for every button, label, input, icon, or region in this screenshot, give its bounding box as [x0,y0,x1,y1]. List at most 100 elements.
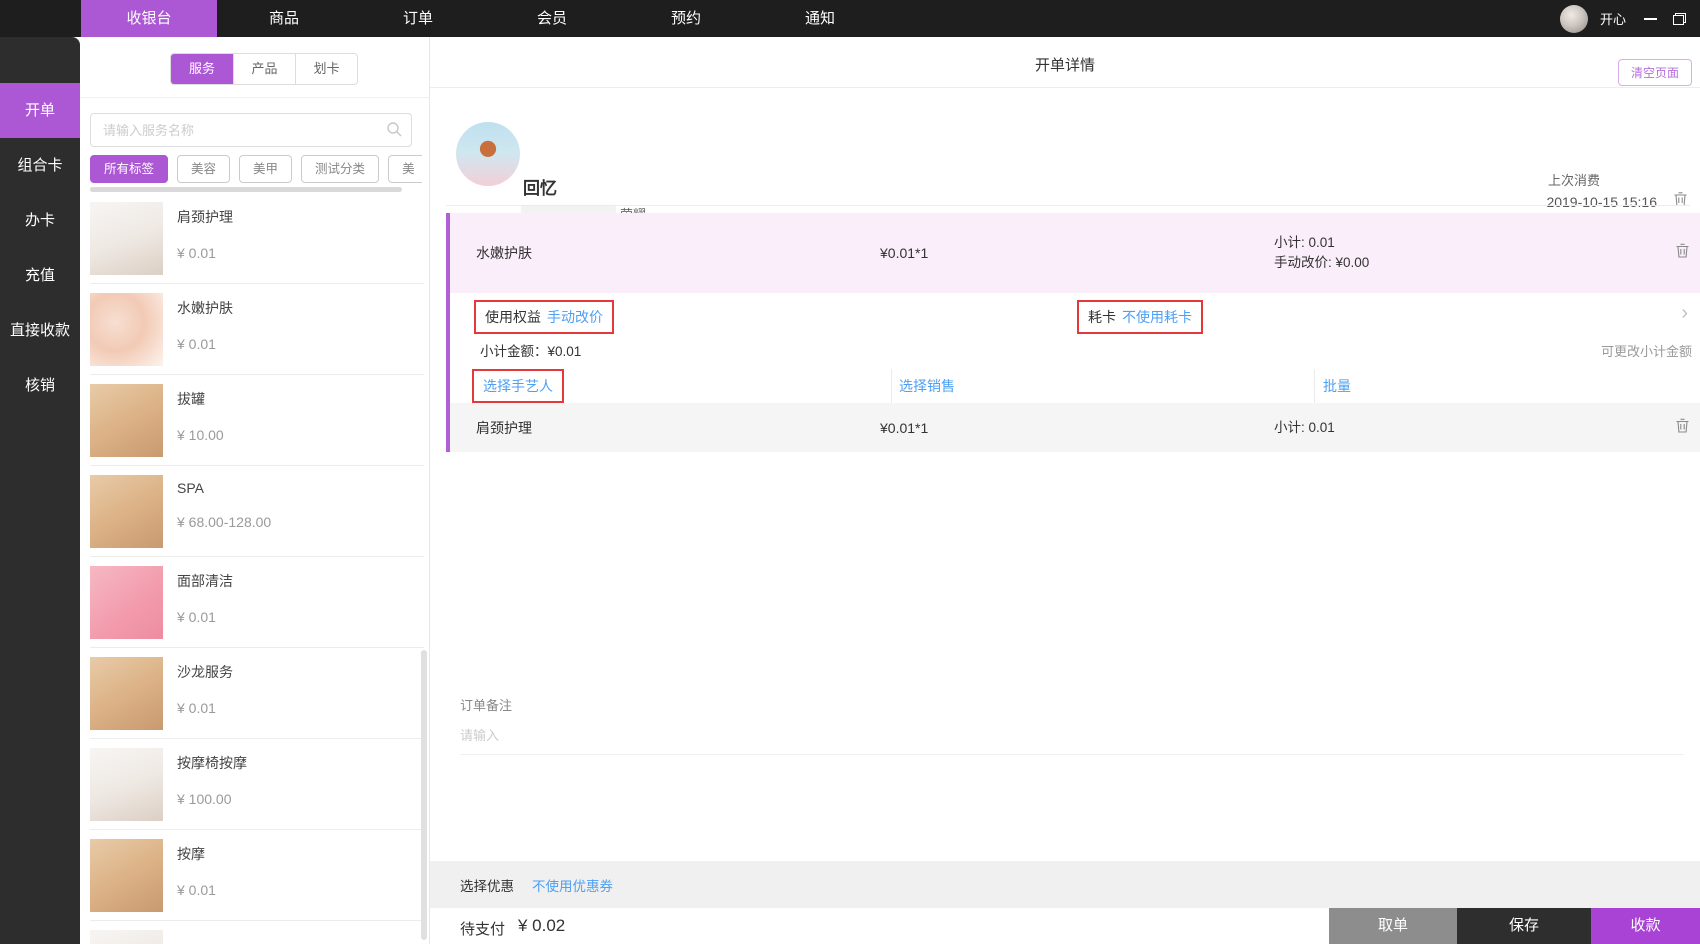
service-name: 拔罐 [177,391,205,407]
tag-test-category[interactable]: 测试分类 [301,155,380,183]
tag-beauty[interactable]: 美容 [177,155,231,183]
service-image [90,202,163,275]
order-items-card: 水嫩护肤 ¥0.01*1 小计: 0.01 手动改价: ¥0.00 使用权益 手动… [446,213,1700,452]
tab-goods[interactable]: 商品 [217,0,351,37]
search-icon [386,121,403,143]
service-item[interactable]: 拔罐 ¥ 10.00 [80,375,429,466]
checkout-button[interactable]: 收款 [1591,908,1700,944]
service-name: 面部清洁 [177,573,233,589]
sales-cell: 选择销售 [891,369,1314,403]
manual-price-line: 手动改价: ¥0.00 [1274,255,1370,270]
service-image [90,748,163,821]
service-item[interactable]: 面部清洁 ¥ 0.01 [80,557,429,648]
pay-due-amount: ¥ 0.02 [518,916,566,935]
service-item[interactable]: SPA ¥ 68.00-128.00 [80,466,429,557]
remove-customer-trash-icon[interactable] [1673,191,1688,212]
service-item[interactable]: 水嫩护肤 ¥ 0.01 [80,284,429,375]
no-coupon-link[interactable]: 不使用优惠券 [532,875,613,895]
service-price: ¥ 10.00 [177,427,224,443]
artisan-cell: 选择手艺人 [450,369,891,403]
service-price: ¥ 68.00-128.00 [177,514,272,530]
service-item-partial[interactable] [80,921,429,944]
service-name: 肩颈护理 [177,209,233,225]
minimize-icon[interactable] [1644,17,1657,20]
last-visit-label: 上次消费 [1547,173,1600,188]
service-name: 沙龙服务 [177,664,233,680]
user-avatar[interactable] [1559,4,1588,33]
catalog-type-tabs: 服务 产品 划卡 [170,53,358,85]
sidebar-item-recharge[interactable]: 充值 [0,248,80,303]
artisan-annotation-box: 选择手艺人 [472,369,564,403]
item-action-links: 选择手艺人 选择销售 批量 [450,369,1700,403]
sidebar-item-direct-payment[interactable]: 直接收款 [0,303,80,358]
chevron-right-icon[interactable]: › [1681,303,1688,323]
item-qty: ¥0.01*1 [880,419,929,436]
item-qty: ¥0.01*1 [880,245,929,261]
item-detail-section: 使用权益 手动改价 耗卡 不使用耗卡 › 小计金额：¥0.01 可更改小计金额 [450,293,1700,369]
service-list: 肩颈护理 ¥ 0.01 水嫩护肤 ¥ 0.01 拔罐 ¥ 10.00 SPA ¥ 68.… [80,193,429,944]
service-price: ¥ 0.01 [177,882,216,898]
tag-nails[interactable]: 美甲 [239,155,293,183]
delete-item-trash-icon[interactable] [1675,417,1690,438]
service-image [90,657,163,730]
subtotal-line: 小计: 0.01 [1274,235,1335,250]
tab-card-swipe[interactable]: 划卡 [295,54,357,84]
coupon-bar: 选择优惠 不使用优惠券 [430,861,1700,908]
item-name: 水嫩护肤 [476,245,532,261]
top-nav-bar: 收银台 商品 订单 会员 预约 通知 开心 [0,0,1700,37]
hold-order-button[interactable]: 取单 [1329,908,1457,944]
order-item-row[interactable]: 肩颈护理 ¥0.01*1 小计: 0.01 [450,403,1700,452]
select-sales-link[interactable]: 选择销售 [899,376,955,396]
service-list-scrollbar[interactable] [421,650,427,940]
order-item-row-selected[interactable]: 水嫩护肤 ¥0.01*1 小计: 0.01 手动改价: ¥0.00 [450,213,1700,293]
service-item[interactable]: 按摩 ¥ 0.01 [80,830,429,921]
tab-members[interactable]: 会员 [485,0,619,37]
tab-orders[interactable]: 订单 [351,0,485,37]
service-image [90,384,163,457]
service-item[interactable]: 肩颈护理 ¥ 0.01 [80,193,429,284]
service-catalog-panel: 服务 产品 划卡 所有标签 美容 美甲 测试分类 美 肩颈护理 ¥ 0.01 [80,37,430,944]
tab-products[interactable]: 产品 [233,54,295,84]
tag-all[interactable]: 所有标签 [90,155,169,183]
clear-page-button[interactable]: 清空页面 [1617,59,1692,86]
customer-card: 回忆 荣耀 会员编号 : 47692295 上次消费 2019-10-15 15… [430,88,1700,245]
tab-appointments[interactable]: 预约 [619,0,753,37]
rights-label: 使用权益 [485,309,541,325]
service-name: 水嫩护肤 [177,300,233,316]
sidebar-item-combo-card[interactable]: 组合卡 [0,138,80,193]
tags-scrollbar[interactable] [90,187,402,192]
tag-filter-row: 所有标签 美容 美甲 测试分类 美 [90,155,422,183]
service-search-input[interactable] [90,113,412,147]
service-item[interactable]: 按摩椅按摩 ¥ 100.00 [80,739,429,830]
tab-services[interactable]: 服务 [171,54,233,84]
sidebar-item-open-bill[interactable]: 开单 [0,83,80,138]
tab-cashier[interactable]: 收银台 [81,0,217,37]
select-artisan-link[interactable]: 选择手艺人 [483,376,553,396]
order-remark-label: 订单备注 [460,698,513,713]
order-remark-input[interactable] [460,717,1684,755]
rights-annotation-box: 使用权益 手动改价 [474,300,614,334]
item-subtotal: 小计: 0.01 手动改价: ¥0.00 [1274,233,1369,273]
catalog-header-divider [80,97,429,98]
service-item[interactable]: 沙龙服务 ¥ 0.01 [80,648,429,739]
username[interactable]: 开心 [1600,9,1626,28]
no-consume-card-link[interactable]: 不使用耗卡 [1122,307,1192,327]
restore-window-icon[interactable] [1673,12,1686,25]
consume-card-annotation-box: 耗卡 不使用耗卡 [1077,300,1203,334]
customer-avatar[interactable] [456,122,520,186]
save-button[interactable]: 保存 [1457,908,1591,944]
sidebar-item-verify[interactable]: 核销 [0,358,80,413]
customer-name: 回忆 [523,179,557,198]
delete-item-trash-icon[interactable] [1675,243,1690,264]
sidebar-item-new-card[interactable]: 办卡 [0,193,80,248]
manual-reprice-link[interactable]: 手动改价 [547,307,603,327]
order-detail-panel: 开单详情 清空页面 回忆 荣耀 会员编号 : 47692295 上次消费 201… [430,37,1700,944]
left-sidebar: 开单 组合卡 办卡 充值 直接收款 核销 [0,37,80,944]
tag-clipped[interactable]: 美 [388,155,422,183]
batch-link[interactable]: 批量 [1323,376,1351,396]
service-image [90,475,163,548]
tab-notifications[interactable]: 通知 [753,0,887,37]
service-price: ¥ 100.00 [177,791,232,807]
service-name: SPA [177,480,204,496]
service-image [90,566,163,639]
